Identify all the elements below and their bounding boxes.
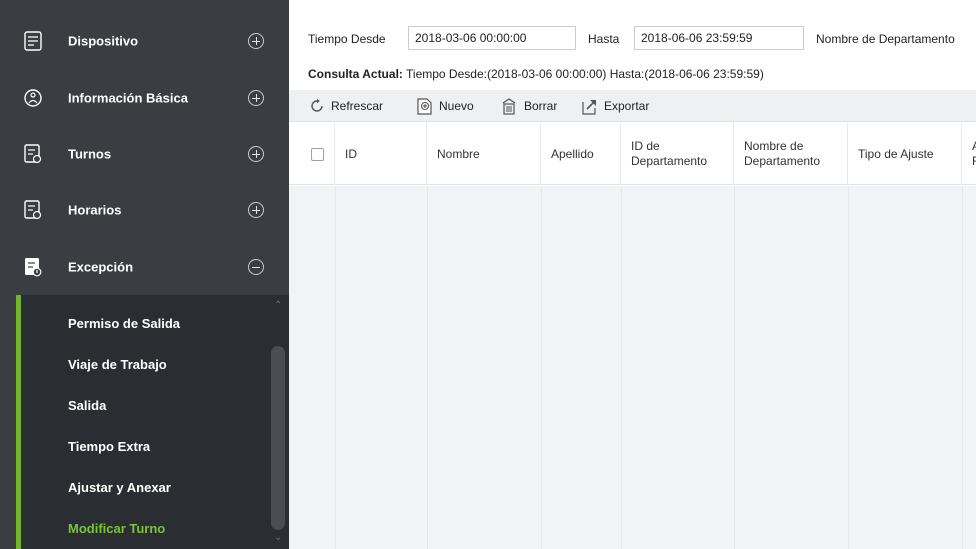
new-icon <box>417 97 432 115</box>
export-button[interactable]: Exportar <box>581 90 649 122</box>
refresh-button[interactable]: Refrescar <box>309 90 383 122</box>
table-body <box>289 186 976 549</box>
delete-label: Borrar <box>524 99 558 113</box>
submenu-item-tiempo-extra[interactable]: Tiempo Extra <box>68 439 150 454</box>
column-divider <box>734 186 735 549</box>
refresh-label: Refrescar <box>331 99 384 113</box>
column-header-id[interactable]: ID <box>335 123 427 185</box>
refresh-icon <box>311 98 323 112</box>
select-all-cell <box>289 123 335 185</box>
column-header-apellido[interactable]: Apellido <box>541 123 621 185</box>
column-divider <box>427 186 428 549</box>
sidebar-scrollbar[interactable] <box>271 346 285 530</box>
column-title: Apellido <box>551 146 594 161</box>
until-label: Hasta <box>588 32 620 46</box>
expand-icon[interactable] <box>248 145 264 162</box>
delete-button[interactable]: Borrar <box>500 90 557 122</box>
menu-label: Turnos <box>68 146 112 161</box>
menu-label: Horarios <box>68 202 122 217</box>
time-from-label: Tiempo Desde <box>308 32 386 46</box>
column-title: Nombre de <box>744 139 804 153</box>
column-header-nombre[interactable]: Nombre <box>427 123 541 185</box>
schedule-icon <box>24 199 42 219</box>
column-header-nombre-departamento[interactable]: Nombre de Departamento <box>734 123 848 185</box>
scroll-up-arrow-icon[interactable]: ⌃ <box>274 300 282 311</box>
toolbar: Refrescar Nuevo Borrar Exportar <box>289 90 976 122</box>
menu-label: Información Básica <box>68 90 188 105</box>
expand-icon[interactable] <box>248 201 264 218</box>
column-title: ID <box>345 146 357 161</box>
column-header-tipo-de-ajuste[interactable]: Tipo de Ajuste <box>848 123 962 185</box>
menu-item-informacion-basica[interactable]: Información Básica <box>0 69 289 126</box>
current-query-text: Tiempo Desde:(2018-03-06 00:00:00) Hasta… <box>406 67 764 81</box>
submenu-accent-bar <box>16 295 21 549</box>
submenu-item-salida[interactable]: Salida <box>68 398 106 413</box>
column-title-line2: Departamento <box>631 154 708 168</box>
column-divider <box>335 186 336 549</box>
new-button[interactable]: Nuevo <box>416 90 474 122</box>
submenu-item-permiso-de-salida[interactable]: Permiso de Salida <box>68 316 180 331</box>
column-title-line2: Departamento <box>744 154 821 168</box>
expand-icon[interactable] <box>248 89 264 106</box>
column-header-id-departamento[interactable]: ID de Departamento <box>621 123 734 185</box>
submenu-item-viaje-de-trabajo[interactable]: Viaje de Trabajo <box>68 357 167 372</box>
shift-icon <box>24 143 42 163</box>
column-title: ID de <box>631 139 660 153</box>
time-from-input[interactable] <box>408 26 576 50</box>
export-icon <box>582 99 596 115</box>
scroll-down-arrow-icon[interactable]: ⌄ <box>274 532 282 543</box>
column-divider <box>848 186 849 549</box>
submenu-item-modificar-turno[interactable]: Modificar Turno <box>68 521 165 536</box>
table-header: ID Nombre Apellido ID de Departamento Nom… <box>289 123 976 185</box>
expand-icon[interactable] <box>248 32 264 49</box>
current-query: Consulta Actual: Tiempo Desde:(2018-03-0… <box>308 67 764 81</box>
department-name-label: Nombre de Departamento <box>816 32 955 46</box>
select-all-checkbox[interactable] <box>311 147 324 161</box>
info-icon <box>24 88 42 107</box>
collapse-icon[interactable] <box>248 258 264 275</box>
column-divider <box>541 186 542 549</box>
column-divider <box>621 186 622 549</box>
submenu <box>16 295 289 549</box>
submenu-item-ajustar-y-anexar[interactable]: Ajustar y Anexar <box>68 480 171 495</box>
column-divider <box>962 186 963 549</box>
sidebar: Dispositivo Información Básica Turnos Ho… <box>0 0 289 549</box>
export-label: Exportar <box>604 99 650 113</box>
delete-icon <box>502 97 516 115</box>
menu-label: Excepción <box>68 259 134 274</box>
exception-icon <box>25 257 42 276</box>
column-title-line2: F <box>972 154 976 168</box>
menu-item-dispositivo[interactable]: Dispositivo <box>0 12 289 69</box>
column-header-truncated[interactable]: AF <box>962 123 976 185</box>
device-icon <box>24 30 42 51</box>
menu-item-turnos[interactable]: Turnos <box>0 125 289 182</box>
current-query-label: Consulta Actual: <box>308 67 403 81</box>
new-label: Nuevo <box>439 99 474 113</box>
filter-bar: Tiempo Desde Hasta Nombre de Departament… <box>289 20 976 56</box>
column-title: Tipo de Ajuste <box>858 146 934 161</box>
menu-item-excepcion[interactable]: Excepción <box>0 238 289 295</box>
until-input[interactable] <box>634 26 804 50</box>
column-title: A <box>972 139 976 154</box>
menu-item-horarios[interactable]: Horarios <box>0 181 289 238</box>
column-title: Nombre <box>437 146 480 161</box>
menu-label: Dispositivo <box>68 33 139 48</box>
main-panel: Tiempo Desde Hasta Nombre de Departament… <box>289 0 976 549</box>
